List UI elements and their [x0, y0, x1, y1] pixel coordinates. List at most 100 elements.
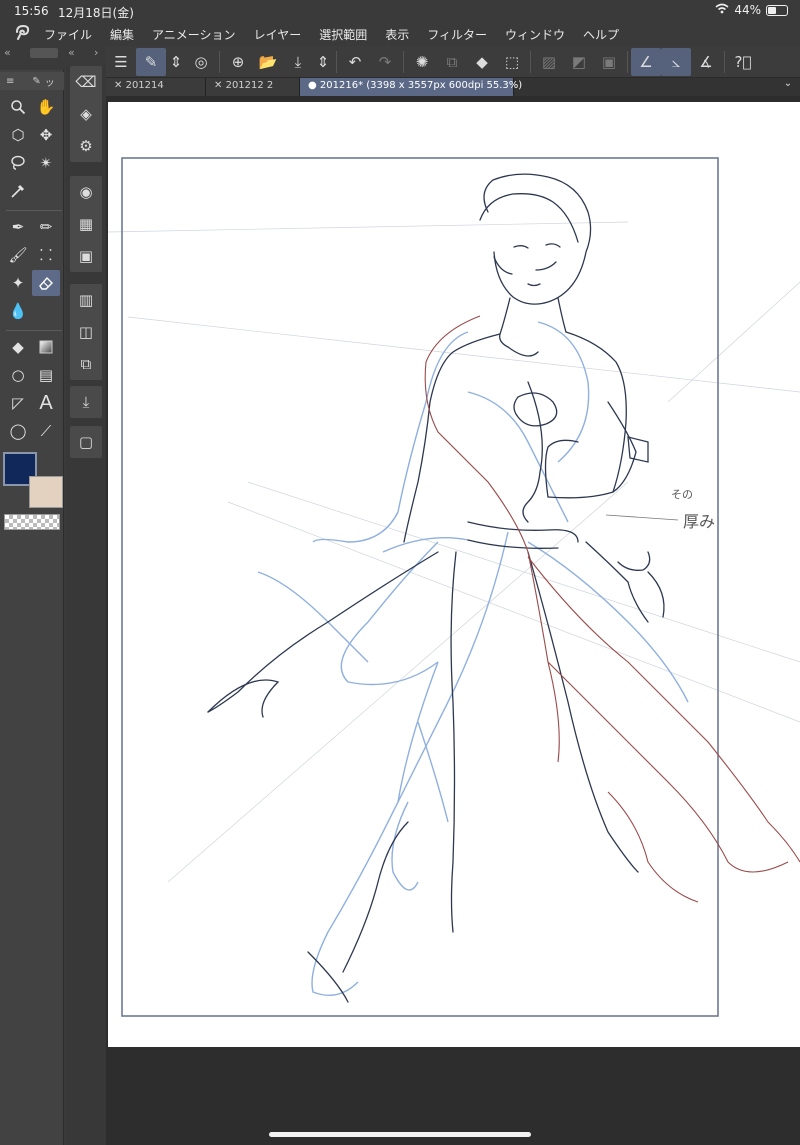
material-icon[interactable]: ▣: [70, 240, 102, 272]
pencil-icon[interactable]: ✏: [32, 214, 60, 240]
layer-search-icon[interactable]: ⧉: [70, 348, 102, 380]
object-icon[interactable]: ⬡: [4, 122, 32, 148]
expand-sub-icon[interactable]: ›: [94, 46, 98, 62]
sub-color-swatch[interactable]: [29, 476, 63, 508]
active-dot-icon: ●: [308, 80, 317, 91]
new-file-icon[interactable]: ⊕: [223, 48, 253, 76]
menu-icon[interactable]: ☰: [106, 48, 136, 76]
menu-help[interactable]: ヘルプ: [583, 26, 619, 43]
fill-bucket-icon[interactable]: ◆: [467, 48, 497, 76]
snap-special-ruler-icon[interactable]: ⦣: [661, 47, 691, 76]
menu-selection[interactable]: 選択範囲: [319, 26, 367, 43]
menu-animation[interactable]: アニメーション: [152, 26, 236, 43]
edit-mode-icon[interactable]: ✎: [136, 47, 166, 76]
toolbar-separator: [403, 50, 404, 73]
invert-selection-icon[interactable]: ◩: [564, 48, 594, 76]
blend-icon[interactable]: 💧: [4, 298, 32, 324]
balloon-icon[interactable]: ◯: [4, 418, 32, 444]
toolbar-separator: [219, 50, 220, 73]
clear-selection-icon[interactable]: ▨: [534, 48, 564, 76]
battery-icon: [766, 4, 788, 16]
airbrush-icon[interactable]: ⸬: [32, 242, 60, 268]
transparent-color-swatch[interactable]: [4, 514, 60, 530]
loading-icon[interactable]: ✺: [407, 48, 437, 76]
open-folder-icon[interactable]: 📂: [253, 48, 283, 76]
hand-icon[interactable]: ✋: [32, 94, 60, 120]
command-bar: ☰ ✎ ⇕ ◎ ⊕ 📂 ⤓ ⇕ ↶ ↷ ✺ ⧉ ◆ ⬚ ▨ ◩ ▣ ∠ ⦣ ∡ …: [106, 46, 800, 78]
close-icon[interactable]: ✕: [114, 80, 122, 91]
tab-201212-2[interactable]: ✕ 201212 2: [206, 78, 300, 96]
menu-filter[interactable]: フィルター: [427, 26, 487, 43]
selection-border-icon[interactable]: ▣: [594, 48, 624, 76]
animation-icon[interactable]: ▦: [70, 208, 102, 240]
more-tab-icon[interactable]: ッ: [45, 74, 55, 89]
panel-grip[interactable]: [30, 48, 58, 58]
menu-edit[interactable]: 編集: [110, 26, 134, 43]
sub-group-4: ⤓: [70, 386, 102, 418]
undo-icon[interactable]: ↶: [340, 48, 370, 76]
status-bar: 15:56 12月18日(金) 44%: [0, 0, 800, 22]
layers-icon[interactable]: ◫: [70, 316, 102, 348]
help-icon[interactable]: ?⃝: [728, 48, 758, 76]
lasso-icon[interactable]: [4, 150, 32, 176]
home-indicator[interactable]: [269, 1132, 531, 1137]
chevron-down-icon[interactable]: ⌄: [776, 78, 800, 96]
ruler-icon[interactable]: ◸: [4, 390, 32, 416]
fill-icon[interactable]: ◆: [4, 334, 32, 360]
collapse-sub-icon[interactable]: «: [68, 46, 75, 62]
pen-icon[interactable]: ✒: [4, 214, 32, 240]
canvas-area[interactable]: その 厚み: [106, 96, 800, 1145]
info-panel-icon[interactable]: ▢: [70, 426, 102, 458]
eyedropper-icon[interactable]: [4, 178, 32, 204]
wifi-icon: [715, 3, 729, 17]
sub-tool-column: ⌫ ◈ ⚙ ◉ ▦ ▣ ▥ ◫ ⧉ ⤓ ▢: [66, 66, 106, 1145]
tab-label: 201216* (3398 x 3557px 600dpi 55.3%): [319, 80, 523, 91]
tool-grid: ✋ ⬡ ✥ ✴ ✒ ✏ 🖌 ⸬ ✦ 💧 ◆ ○ ▤ ◸ A ◯ ⟋: [2, 92, 62, 452]
tab-201216[interactable]: ● 201216* (3398 x 3557px 600dpi 55.3%): [300, 78, 522, 96]
menu-file[interactable]: ファイル: [44, 26, 92, 43]
eraser-settings-icon[interactable]: ⚙: [70, 130, 102, 162]
frame-icon[interactable]: ▤: [32, 362, 60, 388]
menu-layer[interactable]: レイヤー: [254, 26, 302, 43]
correct-line-icon[interactable]: ⟋: [32, 418, 60, 444]
status-time: 15:56: [14, 4, 49, 18]
eraser-hard-icon[interactable]: ⌫: [70, 66, 102, 98]
redo-icon[interactable]: ↷: [370, 48, 400, 76]
menu-lines-icon[interactable]: ≡: [6, 76, 14, 87]
collapse-left-icon[interactable]: «: [4, 46, 11, 62]
gradient-icon[interactable]: [32, 334, 60, 360]
document-tab-bar: ✕ 201214 ✕ 201212 2 ● 201216* (3398 x 35…: [106, 78, 800, 96]
app-logo-icon[interactable]: [0, 24, 44, 44]
magic-wand-icon[interactable]: ✴: [32, 150, 60, 176]
snap-ruler-icon[interactable]: ∠: [631, 47, 661, 76]
navigator-icon[interactable]: ◉: [70, 176, 102, 208]
spiral-icon[interactable]: ◎: [186, 48, 216, 76]
brush-icon[interactable]: 🖌: [4, 242, 32, 268]
text-icon[interactable]: A: [32, 390, 60, 416]
menu-window[interactable]: ウィンドウ: [505, 26, 565, 43]
decoration-icon[interactable]: ✦: [4, 270, 32, 296]
tool-divider: [6, 210, 62, 211]
toolbar-separator: [336, 50, 337, 73]
updown-icon-2[interactable]: ⇕: [313, 48, 333, 76]
copy-icon[interactable]: ⧉: [437, 48, 467, 76]
shape-icon[interactable]: ○: [4, 362, 32, 388]
updown-icon[interactable]: ⇕: [166, 48, 186, 76]
transform-icon[interactable]: ⬚: [497, 48, 527, 76]
menu-view[interactable]: 表示: [385, 26, 409, 43]
zoom-icon[interactable]: [4, 94, 32, 120]
move-icon[interactable]: ✥: [32, 122, 60, 148]
close-icon[interactable]: ✕: [214, 80, 222, 91]
layer-property-icon[interactable]: ▥: [70, 284, 102, 316]
ruler-settings-icon[interactable]: ∡: [691, 48, 721, 76]
eraser-icon[interactable]: [32, 270, 60, 296]
tab-201214[interactable]: ✕ 201214: [106, 78, 206, 96]
eraser-soft-icon[interactable]: ◈: [70, 98, 102, 130]
canvas-paper[interactable]: その 厚み: [108, 102, 800, 1047]
toolbar-separator: [530, 50, 531, 73]
status-right: 44%: [715, 3, 788, 17]
history-icon[interactable]: ⤓: [70, 386, 102, 418]
status-date: 12月18日(金): [58, 6, 134, 20]
brush-tab-icon[interactable]: ✎: [32, 76, 40, 87]
save-icon[interactable]: ⤓: [283, 48, 313, 76]
